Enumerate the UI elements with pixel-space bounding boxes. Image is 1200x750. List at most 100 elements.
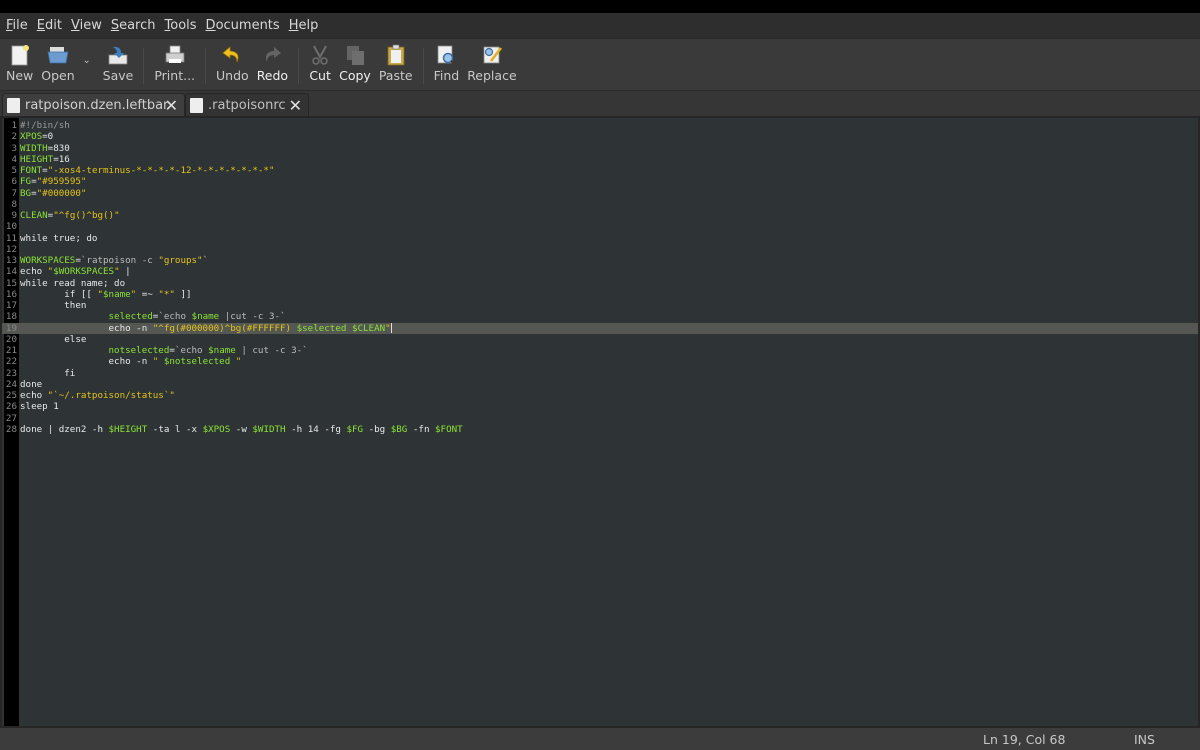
code-line[interactable]: 24 done <box>2 379 1198 390</box>
printer-icon <box>164 44 186 66</box>
menu-documents[interactable]: Documents <box>202 18 284 33</box>
code-line[interactable]: 17 then <box>2 300 1198 311</box>
tab-ratpoisonrc[interactable]: .ratpoisonrc ✕ <box>185 93 309 117</box>
token-plain: -fn <box>407 423 436 435</box>
redo-label: Redo <box>256 68 289 83</box>
token-var: $WORKSPACES <box>53 266 115 278</box>
line-number: 6 <box>11 176 17 188</box>
redo-button[interactable]: Redo <box>253 39 292 89</box>
status-bar: Ln 19, Col 68 INS <box>0 728 1200 750</box>
token-str: " <box>230 356 242 368</box>
copy-button[interactable]: Copy <box>335 39 375 89</box>
line-number: 23 <box>5 367 17 379</box>
code-line[interactable]: 9 CLEAN="^fg()^bg()" <box>2 210 1198 221</box>
code-line[interactable]: 4 HEIGHT=16 <box>2 154 1198 165</box>
token-var: $selected <box>296 322 347 334</box>
print-button[interactable]: Print... <box>150 39 199 89</box>
code-line[interactable]: 11 while true; do <box>2 233 1198 244</box>
token-plain: fi <box>20 367 76 379</box>
line-code: echo -n "^fg(#000000)^bg(#FFFFFF) $selec… <box>18 323 392 334</box>
code-line[interactable]: 26 sleep 1 <box>2 401 1198 412</box>
code-line[interactable]: 1 #!/bin/sh <box>2 120 1198 131</box>
token-plain: while true; do <box>20 232 98 244</box>
close-icon[interactable]: ✕ <box>165 96 178 115</box>
code-line[interactable]: 13 WORKSPACES=`ratpoison -c "groups"` <box>2 255 1198 266</box>
code-line[interactable]: 18 selected=`echo $name |cut -c 3-` <box>2 311 1198 322</box>
line-number: 25 <box>5 390 17 401</box>
toolbar-separator <box>298 48 300 84</box>
token-plain: =0 <box>42 131 54 143</box>
close-icon[interactable]: ✕ <box>289 96 302 115</box>
code-line[interactable]: 23 fi <box>2 368 1198 379</box>
save-button[interactable]: Save <box>99 39 138 89</box>
code-line[interactable]: 14 echo "$WORKSPACES" | <box>2 266 1198 277</box>
editor-lines[interactable]: 1 #!/bin/sh 2 XPOS=0 3 WIDTH=830 4 HEIGHT=16 5 FO… <box>2 120 1198 435</box>
document-icon <box>190 98 203 113</box>
code-line[interactable]: 6 FG="#959595" <box>2 176 1198 187</box>
code-line[interactable]: 16 if [[ "$name" =~ "*" ]] <box>2 289 1198 300</box>
menu-mnemonic: S <box>110 18 120 33</box>
replace-label: Replace <box>467 68 517 83</box>
token-var: $notselected <box>163 356 231 368</box>
menu-tools[interactable]: Tools <box>161 18 201 33</box>
replace-button[interactable]: Replace <box>463 39 520 89</box>
find-button[interactable]: Find <box>430 39 464 89</box>
line-number: 9 <box>11 210 17 221</box>
clipboard-icon <box>385 44 407 66</box>
line-code: WIDTH=830 <box>18 143 70 154</box>
token-bt: `echo <box>158 311 192 323</box>
menu-search[interactable]: Search <box>107 18 160 33</box>
text-editor[interactable]: 1 #!/bin/sh 2 XPOS=0 3 WIDTH=830 4 HEIGHT=16 5 FO… <box>0 116 1200 728</box>
line-code: sleep 1 <box>18 401 59 412</box>
token-str: "#959595" <box>36 176 87 188</box>
code-line[interactable]: 10 <box>2 221 1198 232</box>
open-button[interactable]: Open <box>37 39 78 89</box>
code-line[interactable]: 12 <box>2 244 1198 255</box>
insert-mode[interactable]: INS <box>1134 732 1155 747</box>
paste-button[interactable]: Paste <box>375 39 417 89</box>
tab-ratpoison-dzen-leftbar[interactable]: ratpoison.dzen.leftbar ✕ <box>2 93 185 117</box>
token-plain: then <box>20 300 87 311</box>
toolbar-separator <box>422 48 424 84</box>
line-code: while read name; do <box>18 278 125 289</box>
token-plain: | <box>119 266 131 278</box>
code-line[interactable]: 22 echo -n " $notselected " <box>2 356 1198 367</box>
new-button[interactable]: New <box>2 39 37 89</box>
code-line[interactable]: 20 else <box>2 334 1198 345</box>
menu-edit[interactable]: Edit <box>33 18 66 33</box>
new-document-icon <box>9 44 31 66</box>
copy-icon <box>344 44 366 66</box>
token-plain: =~ <box>136 288 159 300</box>
code-line[interactable]: 25 echo "`~/.ratpoison/status`" <box>2 390 1198 401</box>
print-label: Print... <box>154 68 196 83</box>
menubar: File Edit View Search Tools Documents Help <box>0 13 1200 38</box>
line-number: 19 <box>5 322 17 334</box>
line-code: WORKSPACES=`ratpoison -c "groups"` <box>18 255 208 266</box>
menu-label: elp <box>298 18 319 33</box>
token-bt: `ratpoison -c <box>80 255 159 266</box>
token-var: XPOS <box>20 131 43 143</box>
code-line[interactable]: 28 done | dzen2 -h $HEIGHT -ta l -x $XPOS… <box>2 424 1198 435</box>
code-line[interactable]: 21 notselected=`echo $name | cut -c 3-` <box>2 345 1198 356</box>
code-line[interactable]: 27 <box>2 413 1198 424</box>
code-line[interactable]: 8 <box>2 199 1198 210</box>
line-number: 8 <box>11 198 17 210</box>
undo-button[interactable]: Undo <box>212 39 253 89</box>
chevron-down-icon: ⌄ <box>82 55 91 66</box>
menu-view[interactable]: View <box>67 18 106 33</box>
code-line[interactable]: 15 while read name; do <box>2 278 1198 289</box>
code-line[interactable]: 19 echo -n "^fg(#000000)^bg(#FFFFFF) $se… <box>2 322 1198 334</box>
code-line[interactable]: 2 XPOS=0 <box>2 131 1198 142</box>
folder-open-icon <box>47 44 69 66</box>
new-label: New <box>6 68 34 83</box>
code-line[interactable]: 7 BG="#000000" <box>2 188 1198 199</box>
menu-file[interactable]: File <box>2 18 32 33</box>
token-plain: -w <box>230 423 253 435</box>
line-code: then <box>18 300 86 311</box>
open-recent-dropdown[interactable]: ⌄ <box>79 39 95 66</box>
menu-help[interactable]: Help <box>285 18 323 33</box>
code-line[interactable]: 3 WIDTH=830 <box>2 143 1198 154</box>
code-line[interactable]: 5 FONT="-xos4-terminus-*-*-*-*-12-*-*-*-*… <box>2 165 1198 176</box>
cut-button[interactable]: Cut <box>305 39 335 89</box>
